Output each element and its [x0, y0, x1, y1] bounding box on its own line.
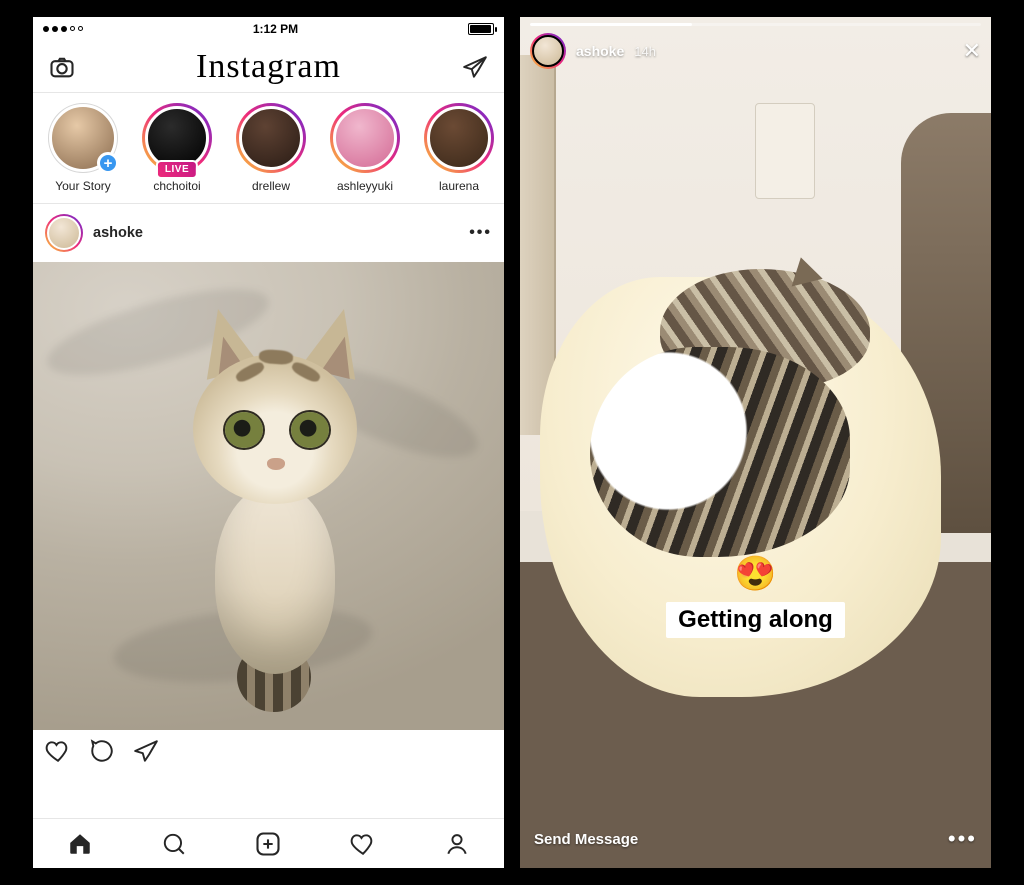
app-header: Instagram [33, 41, 504, 93]
clock: 1:12 PM [253, 22, 298, 36]
story-item[interactable]: ashleyyuki [327, 103, 403, 193]
story-footer: Send Message ••• [534, 826, 977, 852]
kitten-illustration [33, 262, 504, 730]
story-author-username[interactable]: ashoke [576, 43, 624, 59]
story-label: ashleyyuki [337, 179, 393, 193]
send-message-input[interactable]: Send Message [534, 831, 948, 848]
story-caption-block: 😍 Getting along [520, 554, 991, 638]
stories-tray[interactable]: + Your Story LIVE chchoitoi drellew ashl… [33, 93, 504, 204]
story-label: chchoitoi [153, 179, 200, 193]
story-your-story[interactable]: + Your Story [45, 103, 121, 193]
story-image[interactable] [520, 17, 991, 868]
post-author-avatar[interactable] [45, 214, 83, 252]
story-timestamp: 14h [634, 44, 656, 59]
story-caption: Getting along [666, 602, 845, 638]
tab-bar [33, 818, 504, 868]
story-item[interactable]: laurena [421, 103, 497, 193]
story-author-avatar[interactable] [530, 33, 566, 69]
story-header: ashoke 14h ✕ [530, 33, 981, 69]
story-label: drellew [252, 179, 290, 193]
tab-activity-icon[interactable] [350, 831, 376, 857]
direct-message-icon[interactable] [460, 52, 490, 82]
post-actions [33, 730, 504, 764]
tab-home-icon[interactable] [67, 831, 93, 857]
tab-create-icon[interactable] [254, 830, 282, 858]
tab-search-icon[interactable] [161, 831, 187, 857]
signal-indicator [43, 26, 83, 32]
camera-icon[interactable] [47, 52, 77, 82]
status-bar: 1:12 PM [33, 17, 504, 41]
post-more-icon[interactable]: ••• [469, 224, 492, 242]
brand-logo: Instagram [196, 48, 341, 86]
story-item[interactable]: drellew [233, 103, 309, 193]
post-image[interactable] [33, 262, 504, 730]
story-label: Your Story [55, 179, 111, 193]
tab-profile-icon[interactable] [444, 831, 470, 857]
comment-icon[interactable] [89, 738, 115, 764]
story-progress [530, 23, 981, 26]
stage: 1:12 PM Instagram [0, 0, 1024, 885]
feed-screen: 1:12 PM Instagram [33, 17, 504, 868]
heart-eyes-emoji-icon: 😍 [734, 554, 776, 594]
post-author-username[interactable]: ashoke [93, 225, 459, 241]
story-label: laurena [439, 179, 479, 193]
add-story-icon[interactable]: + [97, 152, 119, 174]
share-icon[interactable] [133, 738, 159, 764]
story-more-icon[interactable]: ••• [948, 826, 977, 852]
post-header: ashoke ••• [33, 204, 504, 262]
story-viewer-screen[interactable]: ashoke 14h ✕ 😍 Getting along Send Messag… [520, 17, 991, 868]
like-icon[interactable] [45, 738, 71, 764]
close-icon[interactable]: ✕ [963, 38, 981, 64]
battery-indicator [468, 23, 494, 35]
story-item[interactable]: LIVE chchoitoi [139, 103, 215, 193]
live-badge: LIVE [156, 160, 198, 179]
